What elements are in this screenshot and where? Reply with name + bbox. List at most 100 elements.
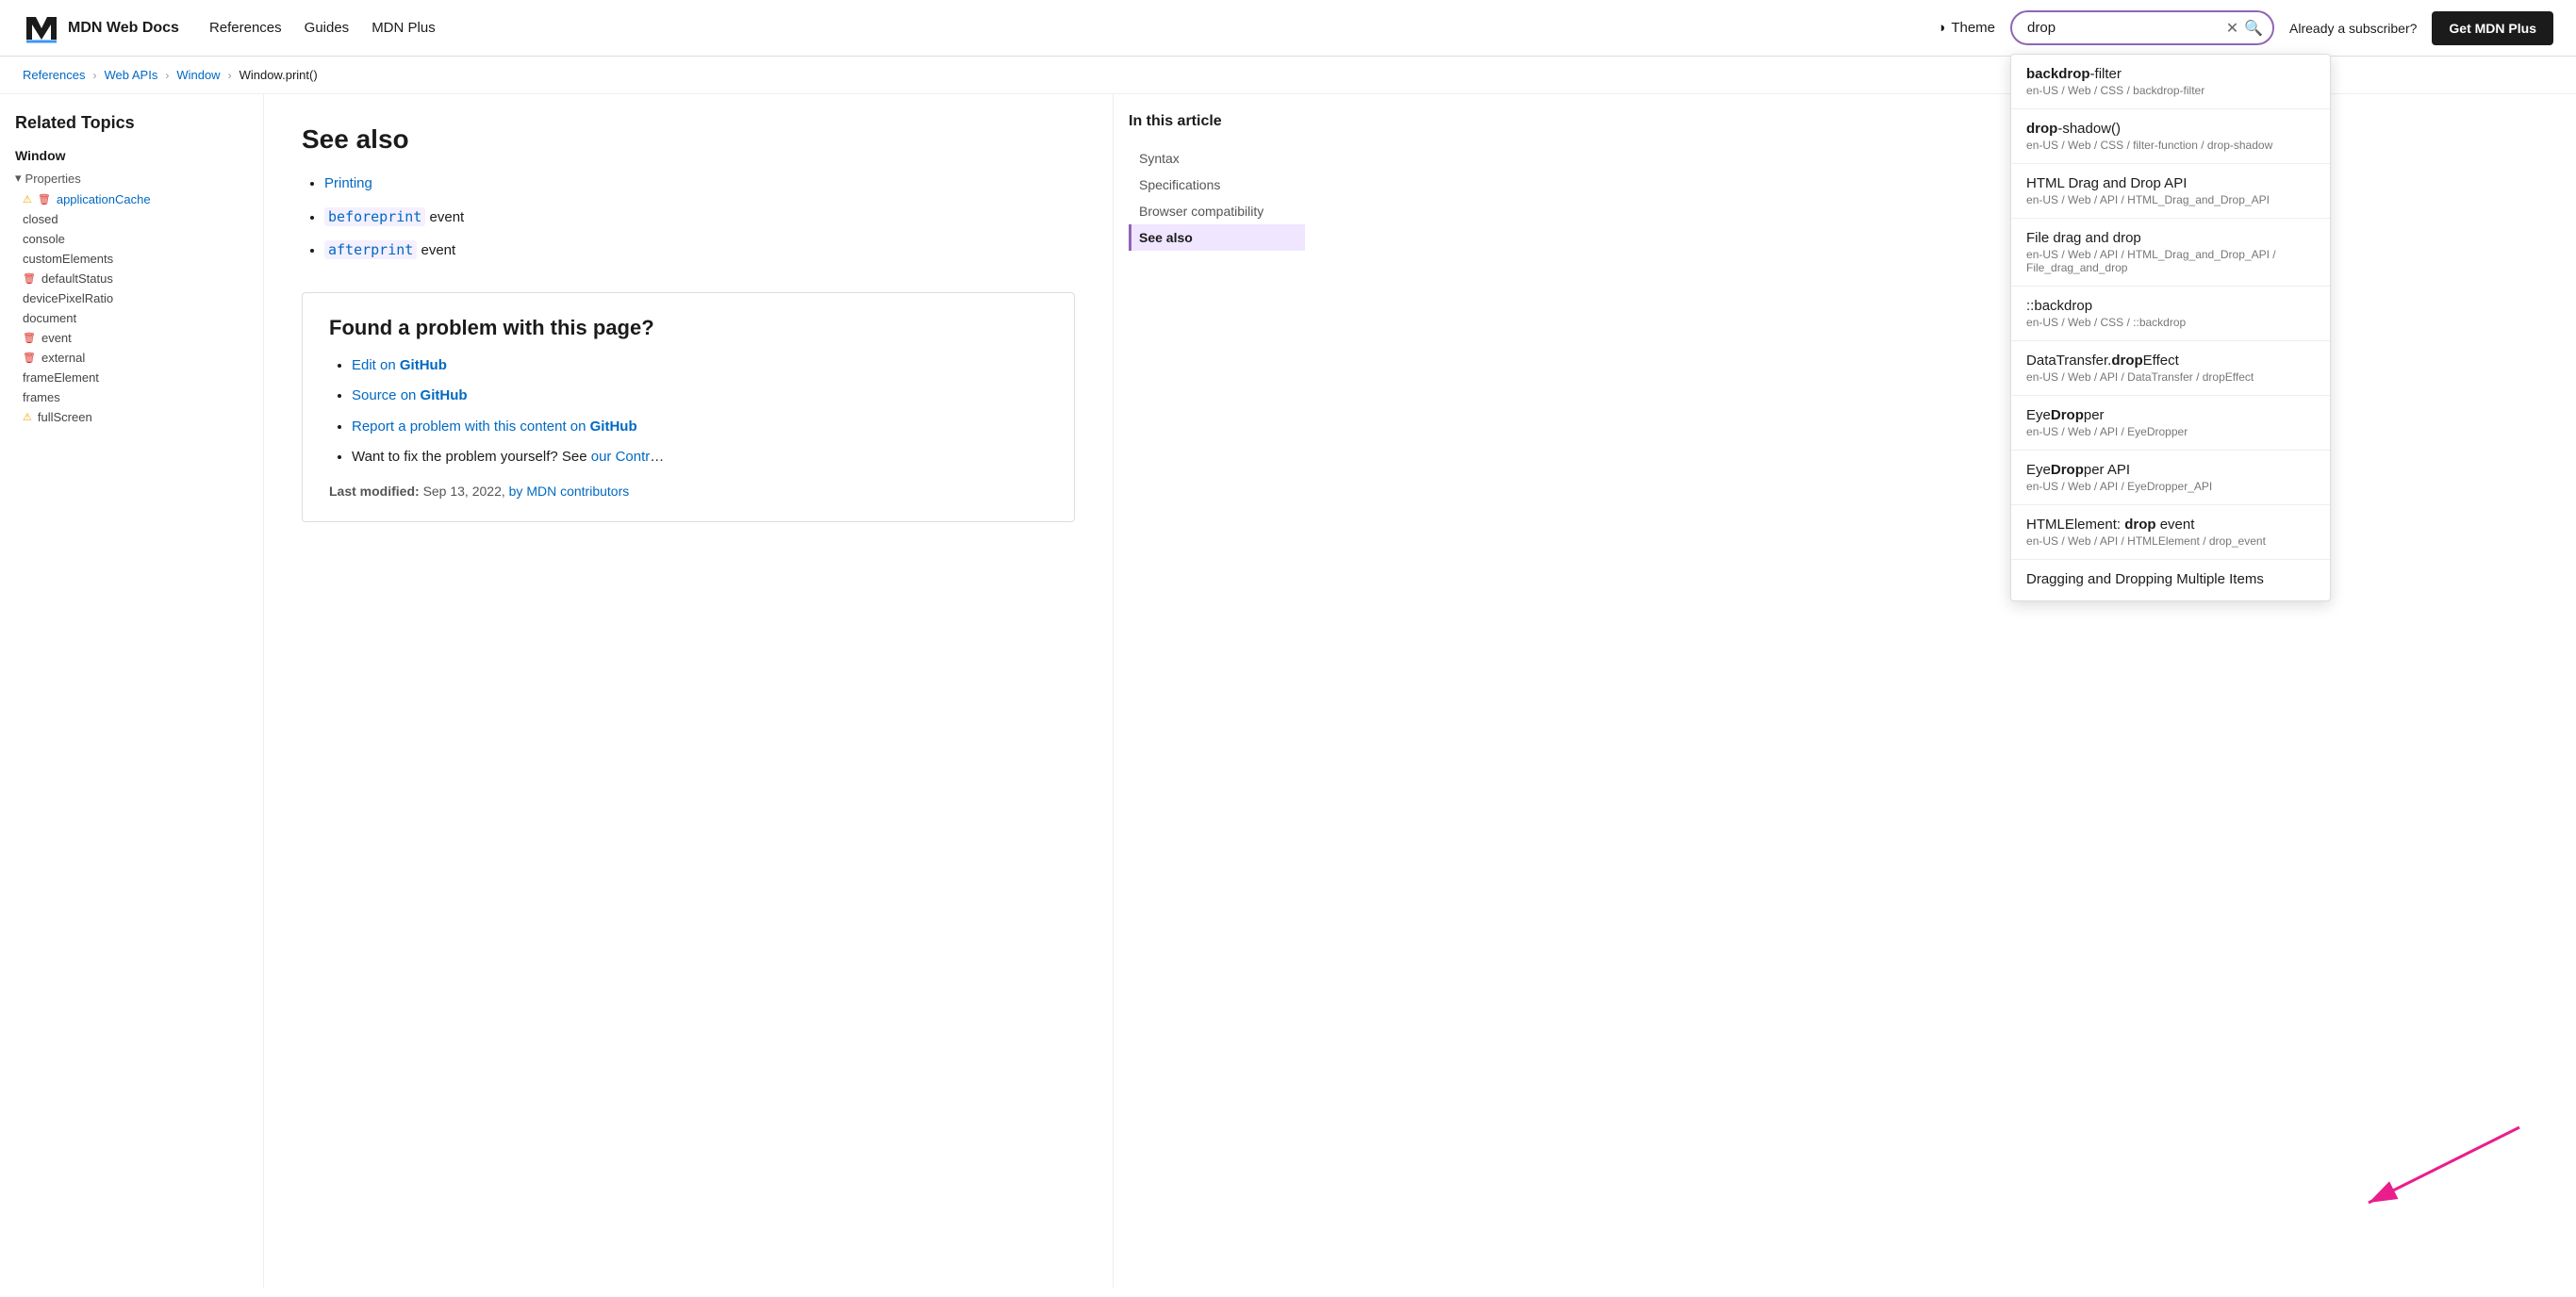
search-icons: ✕ 🔍 xyxy=(2226,19,2263,38)
sidebar-item-applicationcache[interactable]: ⚠ 🗑 applicationCache xyxy=(15,189,248,209)
right-panel: In this article Syntax Specifications Br… xyxy=(1113,94,1320,1288)
last-modified: Last modified: Sep 13, 2022, by MDN cont… xyxy=(329,484,1048,499)
afterprint-link[interactable]: afterprint xyxy=(324,242,417,258)
dropdown-item-title-8: HTMLElement: drop event xyxy=(2026,517,2315,533)
dropdown-item-6[interactable]: EyeDropper en-US / Web / API / EyeDroppe… xyxy=(2011,396,2330,451)
dropdown-item-7[interactable]: EyeDropper API en-US / Web / API / EyeDr… xyxy=(2011,451,2330,505)
dropdown-item-4[interactable]: ::backdrop en-US / Web / CSS / ::backdro… xyxy=(2011,287,2330,341)
dropdown-item-title-2: HTML Drag and Drop API xyxy=(2026,175,2315,191)
sidebar-label-console: console xyxy=(23,232,65,246)
sidebar-label-customelements: customElements xyxy=(23,252,113,266)
experimental-icon: ⚠ xyxy=(23,411,32,423)
mdn-logo-icon xyxy=(23,9,60,47)
sidebar-item-devicepixelratio[interactable]: devicePixelRatio xyxy=(15,288,248,308)
theme-icon: ◑ xyxy=(1937,20,1945,36)
nav-references[interactable]: References xyxy=(209,20,282,36)
sidebar-item-fullscreen[interactable]: ⚠ fullScreen xyxy=(15,407,248,427)
breadcrumb-sep-2: › xyxy=(165,69,169,82)
deprecated-icon-2: 🗑 xyxy=(23,272,36,285)
main-nav: References Guides MDN Plus xyxy=(209,20,436,36)
mdn-contributors-link[interactable]: by MDN contributors xyxy=(509,484,630,499)
sidebar-group-label: Properties xyxy=(25,172,81,186)
sidebar-label-external: external xyxy=(41,351,85,365)
dropdown-item-0[interactable]: backdrop-filter en-US / Web / CSS / back… xyxy=(2011,55,2330,109)
dropdown-item-title-3: File drag and drop xyxy=(2026,230,2315,246)
toc-specifications[interactable]: Specifications xyxy=(1129,172,1305,198)
sidebar-item-document[interactable]: document xyxy=(15,308,248,328)
sidebar-label-event: event xyxy=(41,331,72,345)
dropdown-item-title-0: backdrop-filter xyxy=(2026,66,2315,82)
toc-see-also[interactable]: See also xyxy=(1129,224,1305,251)
sidebar-item-console[interactable]: console xyxy=(15,229,248,249)
last-modified-date: Sep 13, 2022, xyxy=(423,484,505,499)
breadcrumb-references[interactable]: References xyxy=(23,68,85,82)
subscriber-text: Already a subscriber? xyxy=(2289,21,2417,36)
beforeprint-link[interactable]: beforeprint xyxy=(324,209,425,225)
problem-title: Found a problem with this page? xyxy=(329,316,1048,340)
dropdown-item-8[interactable]: HTMLElement: drop event en-US / Web / AP… xyxy=(2011,505,2330,560)
sidebar-group-properties[interactable]: ▾ Properties xyxy=(15,171,248,186)
theme-button[interactable]: ◑ Theme xyxy=(1937,20,1995,36)
dropdown-item-path-3: en-US / Web / API / HTML_Drag_and_Drop_A… xyxy=(2026,248,2315,274)
toc-browser-compatibility[interactable]: Browser compatibility xyxy=(1129,198,1305,224)
warning-icon: ⚠ xyxy=(23,193,32,205)
sidebar-link-applicationcache[interactable]: applicationCache xyxy=(57,192,151,206)
header-right: ◑ Theme ✕ 🔍 backdrop-filter en-US / Web … xyxy=(1937,10,2553,45)
dropdown-item-path-1: en-US / Web / CSS / filter-function / dr… xyxy=(2026,139,2315,152)
toc-syntax[interactable]: Syntax xyxy=(1129,145,1305,172)
dropdown-item-title-5: DataTransfer.dropEffect xyxy=(2026,353,2315,369)
dropdown-item-path-8: en-US / Web / API / HTMLElement / drop_e… xyxy=(2026,534,2315,548)
dropdown-item-title-7: EyeDropper API xyxy=(2026,462,2315,478)
nav-guides[interactable]: Guides xyxy=(305,20,350,36)
sidebar-item-customelements[interactable]: customElements xyxy=(15,249,248,269)
problem-item-source: Source on GitHub xyxy=(352,386,1048,407)
dropdown-item-5[interactable]: DataTransfer.dropEffect en-US / Web / AP… xyxy=(2011,341,2330,396)
deprecated-icon-3: 🗑 xyxy=(23,332,36,344)
dropdown-item-3[interactable]: File drag and drop en-US / Web / API / H… xyxy=(2011,219,2330,287)
problem-box: Found a problem with this page? Edit on … xyxy=(302,292,1075,522)
problem-item-report: Report a problem with this content on Gi… xyxy=(352,417,1048,438)
sidebar-item-closed[interactable]: closed xyxy=(15,209,248,229)
problem-list: Edit on GitHub Source on GitHub Report a… xyxy=(329,355,1048,468)
sidebar-label-frameelement: frameElement xyxy=(23,370,99,385)
sidebar-label-devicepixelratio: devicePixelRatio xyxy=(23,291,113,305)
search-clear-button[interactable]: ✕ xyxy=(2226,19,2238,38)
report-github-link[interactable]: Report a problem with this content on Gi… xyxy=(352,419,637,435)
sidebar-title: Related Topics xyxy=(15,113,248,133)
dropdown-item-title-4: ::backdrop xyxy=(2026,298,2315,314)
logo-text: MDN Web Docs xyxy=(68,20,179,37)
search-dropdown: backdrop-filter en-US / Web / CSS / back… xyxy=(2010,54,2331,601)
dropdown-item-title-6: EyeDropper xyxy=(2026,407,2315,423)
search-wrapper: ✕ 🔍 backdrop-filter en-US / Web / CSS / … xyxy=(2010,10,2274,45)
sidebar-item-frameelement[interactable]: frameElement xyxy=(15,368,248,387)
breadcrumb-window[interactable]: Window xyxy=(176,68,220,82)
sidebar-item-event[interactable]: 🗑 event xyxy=(15,328,248,348)
sidebar: Related Topics Window ▾ Properties ⚠ 🗑 a… xyxy=(0,94,264,1288)
nav-mdn-plus[interactable]: MDN Plus xyxy=(372,20,436,36)
dropdown-item-9[interactable]: Dragging and Dropping Multiple Items xyxy=(2011,560,2330,600)
dropdown-item-path-6: en-US / Web / API / EyeDropper xyxy=(2026,425,2315,438)
breadcrumb-web-apis[interactable]: Web APIs xyxy=(104,68,157,82)
search-submit-button[interactable]: 🔍 xyxy=(2244,19,2263,38)
problem-item-edit: Edit on GitHub xyxy=(352,355,1048,377)
edit-github-link[interactable]: Edit on GitHub xyxy=(352,357,447,373)
printing-link[interactable]: Printing xyxy=(324,175,372,191)
sidebar-item-external[interactable]: 🗑 external xyxy=(15,348,248,368)
get-mdn-button[interactable]: Get MDN Plus xyxy=(2432,11,2553,45)
dropdown-item-1[interactable]: drop-shadow() en-US / Web / CSS / filter… xyxy=(2011,109,2330,164)
see-also-item-printing: Printing xyxy=(324,173,1075,195)
problem-item-fix: Want to fix the problem yourself? See ou… xyxy=(352,447,1048,468)
contrib-link[interactable]: our Contr xyxy=(591,449,651,465)
dropdown-item-path-2: en-US / Web / API / HTML_Drag_and_Drop_A… xyxy=(2026,193,2315,206)
sidebar-item-defaultstatus[interactable]: 🗑 defaultStatus xyxy=(15,269,248,288)
header: MDN Web Docs References Guides MDN Plus … xyxy=(0,0,2576,57)
sidebar-item-frames[interactable]: frames xyxy=(15,387,248,407)
source-github-link[interactable]: Source on GitHub xyxy=(352,387,468,403)
logo-link[interactable]: MDN Web Docs xyxy=(23,9,179,47)
sidebar-label-closed: closed xyxy=(23,212,58,226)
deprecated-icon-4: 🗑 xyxy=(23,352,36,364)
see-also-list: Printing beforeprint event afterprint ev… xyxy=(302,173,1075,262)
dropdown-item-2[interactable]: HTML Drag and Drop API en-US / Web / API… xyxy=(2011,164,2330,219)
deprecated-icon: 🗑 xyxy=(38,193,51,205)
dropdown-item-title-1: drop-shadow() xyxy=(2026,121,2315,137)
